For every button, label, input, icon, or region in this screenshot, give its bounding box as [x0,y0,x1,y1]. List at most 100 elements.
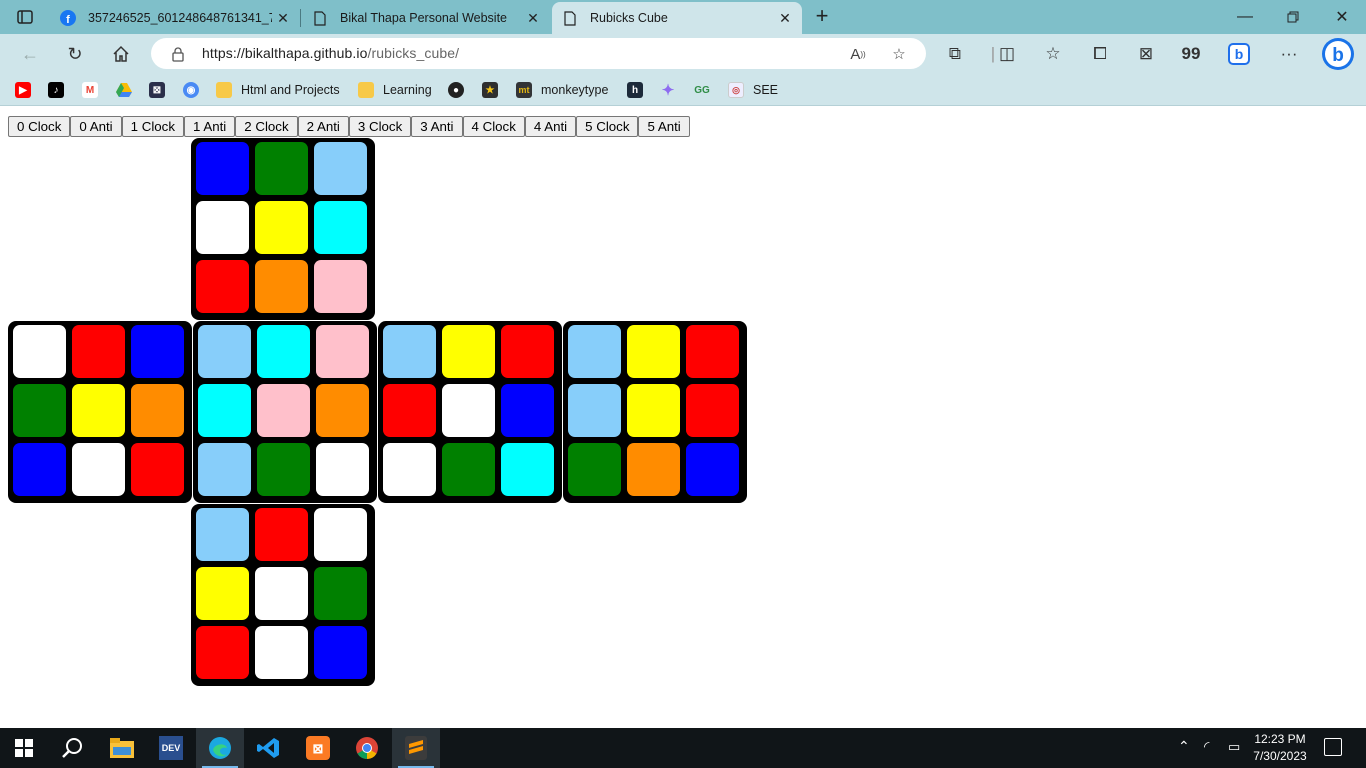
cube-cell-lightblue [383,325,436,378]
minimize-button[interactable]: — [1221,0,1269,34]
tiktok-icon: ♪ [48,82,64,98]
tab-rubicks-cube[interactable]: Rubicks Cube ✕ [552,2,802,34]
edge-icon[interactable] [196,728,244,768]
chrome-icon[interactable] [343,728,391,768]
bookmark-html-projects[interactable]: Html and Projects [216,80,340,100]
bookmark-tiktok[interactable]: ♪ [48,80,64,100]
cube-cell-white [72,443,125,496]
bookmark-learning[interactable]: Learning [358,80,432,100]
quote-icon[interactable]: 99 [1178,42,1204,66]
rotate-5-anti-button[interactable]: 5 Anti [638,116,690,137]
cube-cell-white [383,443,436,496]
read-aloud-icon[interactable]: A)) [846,42,870,66]
drive-icon [116,82,132,98]
collections-icon[interactable]: ⧠ [1087,42,1113,66]
bookmark-app[interactable]: ⊠ [149,80,165,100]
cube-face-front [193,321,377,503]
chevron-up-icon[interactable]: ⌃ [1178,738,1190,755]
rotate-4-anti-button[interactable]: 4 Anti [524,116,577,137]
cube-cell-white [316,443,369,496]
cube-face-back [563,321,747,503]
cube-face-bottom [191,504,375,686]
network-icon[interactable]: ◜ [1204,738,1209,755]
rotate-1-clock-button[interactable]: 1 Clock [121,116,184,137]
restore-button[interactable] [1269,0,1317,34]
bookmark-web[interactable]: ◉ [183,80,199,100]
notification-icon[interactable] [1324,738,1342,756]
rotate-4-clock-button[interactable]: 4 Clock [462,116,525,137]
cube-cell-white [255,626,308,679]
bookmark-gemini[interactable]: ✦ [660,80,676,100]
clock-date: 7/30/2023 [1253,749,1307,763]
sublime-icon[interactable] [392,728,440,768]
close-window-button[interactable]: ✕ [1318,0,1366,34]
rotate-2-anti-button[interactable]: 2 Anti [297,116,349,137]
bookmark-monkeytype[interactable]: mt monkeytype [516,80,608,100]
svg-text:⊠: ⊠ [313,741,324,756]
close-icon[interactable]: ✕ [774,7,796,29]
bookmark-label: Learning [383,83,432,97]
favorite-star-icon[interactable]: ☆ [887,42,911,66]
bing-profile-icon[interactable]: b [1226,42,1252,66]
rotate-0-anti-button[interactable]: 0 Anti [70,116,122,137]
close-icon[interactable]: ✕ [272,7,294,29]
gmail-icon: M [82,82,98,98]
svg-text:b: b [1235,46,1244,62]
rotate-5-clock-button[interactable]: 5 Clock [576,116,639,137]
close-icon[interactable]: ✕ [522,7,544,29]
cube-cell-lightblue [568,384,621,437]
rotate-3-anti-button[interactable]: 3 Anti [411,116,463,137]
favorites-icon[interactable]: ☆ [1040,42,1066,66]
address-bar[interactable]: https://bikalthapa.github.io/rubicks_cub… [151,38,926,69]
bookmark-badge[interactable]: ★ [482,80,498,100]
cube-cell-lightblue [568,325,621,378]
cube-cell-yellow [72,384,125,437]
home-button[interactable] [106,39,136,69]
tab-facebook[interactable]: f 357246525_601248648761341_702 ✕ [50,2,300,34]
bookmark-github[interactable]: ● [448,80,464,100]
bing-chat-icon[interactable]: b [1320,37,1356,71]
more-menu-icon[interactable]: ··· [1276,42,1302,66]
tab-actions-icon[interactable] [14,7,36,27]
cube-cell-blue [501,384,554,437]
cube-cell-red [383,384,436,437]
search-icon[interactable] [48,728,96,768]
bookmark-hashnode[interactable]: h [627,80,643,100]
cube-cell-green [568,443,621,496]
xampp-icon[interactable]: ⊠ [294,728,342,768]
cube-cell-green [314,567,367,620]
bookmark-gmail[interactable]: M [82,80,98,100]
bookmark-see[interactable]: ◎ SEE [728,80,778,100]
rotate-3-clock-button[interactable]: 3 Clock [348,116,412,137]
math-solver-icon[interactable]: ⊠ [1133,42,1159,66]
vscode-icon[interactable] [245,728,293,768]
bookmark-label: SEE [753,83,779,97]
gemini-icon: ✦ [661,82,675,99]
rotation-controls: 0 Clock 0 Anti 1 Clock 1 Anti 2 Clock 2 … [8,116,690,137]
extensions-icon[interactable]: ⧉ [942,42,968,66]
split-screen-icon[interactable]: ◫ [994,42,1020,66]
tab-title: 357246525_601248648761341_702 [88,11,272,25]
rotate-2-clock-button[interactable]: 2 Clock [235,116,298,137]
cube-cell-white [314,508,367,561]
cube-cell-red [686,384,739,437]
back-button[interactable]: ← [15,39,45,69]
cube-face-top [191,138,375,320]
dev-icon[interactable]: DEV [147,728,195,768]
lock-icon[interactable] [171,46,185,67]
browser-toolbar: ← ↻ https://bikalthapa.github.io/rubicks… [0,34,1366,74]
file-explorer-icon[interactable] [98,728,146,768]
bookmark-youtube[interactable]: ▶ [15,80,31,100]
bookmark-geeksforgeeks[interactable]: GG [694,80,710,100]
start-icon[interactable] [0,728,48,768]
refresh-button[interactable]: ↻ [60,39,90,69]
tab-title: Rubicks Cube [590,11,668,25]
monkeytype-icon: mt [516,82,532,98]
battery-icon[interactable]: ▭ [1228,739,1240,755]
new-tab-button[interactable]: + [810,5,834,29]
tab-personal-website[interactable]: Bikal Thapa Personal Website ✕ [302,2,550,34]
bookmark-drive[interactable] [116,80,132,100]
system-clock[interactable]: 12:23 PM 7/30/2023 [1240,731,1320,765]
rotate-1-anti-button[interactable]: 1 Anti [183,116,236,137]
rotate-0-clock-button[interactable]: 0 Clock [8,116,71,137]
